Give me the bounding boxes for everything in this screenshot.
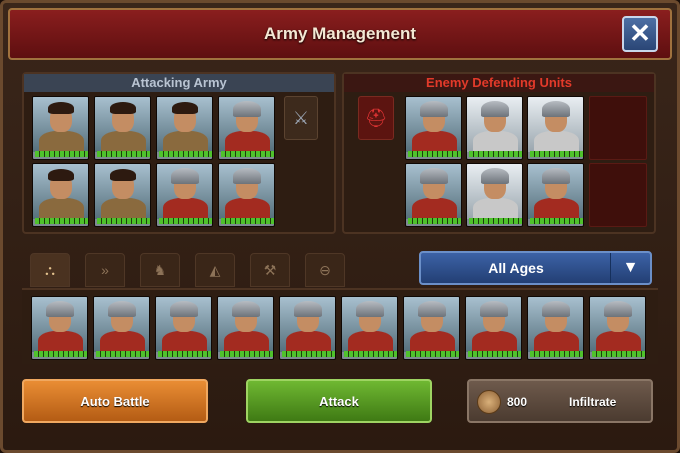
chevron-down-icon[interactable]: ▼ <box>610 253 650 283</box>
health-bar <box>406 351 459 357</box>
attacking-unit-card[interactable] <box>94 96 151 160</box>
health-bar <box>530 351 583 357</box>
all-units-icon[interactable]: ⛬ <box>30 253 70 287</box>
health-bar <box>96 351 149 357</box>
health-bar <box>408 151 461 157</box>
attacking-unit-card[interactable] <box>218 163 275 227</box>
health-bar <box>159 218 212 224</box>
reserve-unit-card[interactable] <box>465 296 522 360</box>
auto-battle-button[interactable]: Auto Battle <box>22 379 208 423</box>
attacking-unit-card[interactable] <box>32 163 89 227</box>
health-bar <box>530 151 583 157</box>
attacking-unit-card[interactable] <box>156 163 213 227</box>
health-bar <box>34 351 87 357</box>
age-filter-label: All Ages <box>488 260 544 276</box>
light-units-icon[interactable]: ◭ <box>195 253 235 287</box>
reserve-unit-card[interactable] <box>155 296 212 360</box>
health-bar <box>35 151 88 157</box>
health-bar <box>220 351 273 357</box>
fast-units-icon[interactable]: » <box>85 253 125 287</box>
enemy-defending-header: Enemy Defending Units <box>344 74 654 92</box>
attacking-unit-card[interactable] <box>218 96 275 160</box>
age-filter-dropdown[interactable]: All Ages ▼ <box>419 251 652 285</box>
health-bar <box>221 218 274 224</box>
health-bar <box>35 218 88 224</box>
crossed-swords-icon[interactable]: ⚔ <box>284 96 318 140</box>
infiltrate-label: Infiltrate <box>569 395 617 409</box>
health-bar <box>408 218 461 224</box>
attacking-unit-card[interactable] <box>94 163 151 227</box>
enemy-unit-card[interactable] <box>405 96 462 160</box>
enemy-unit-card[interactable] <box>466 163 523 227</box>
attacking-army-header: Attacking Army <box>24 74 334 92</box>
enemy-unit-card[interactable] <box>405 163 462 227</box>
heavy-units-icon[interactable]: ♞ <box>140 253 180 287</box>
reserve-unit-card[interactable] <box>217 296 274 360</box>
artillery-units-icon[interactable]: ⚒ <box>250 253 290 287</box>
reserve-unit-card[interactable] <box>341 296 398 360</box>
coin-icon <box>477 390 501 414</box>
reserve-unit-card[interactable] <box>527 296 584 360</box>
health-bar <box>468 351 521 357</box>
empty-unit-slot <box>589 163 647 227</box>
empty-unit-slot <box>589 96 647 160</box>
reserve-unit-card[interactable] <box>589 296 646 360</box>
close-button[interactable]: ✕ <box>622 16 658 52</box>
attack-button[interactable]: Attack <box>246 379 432 423</box>
infiltrate-cost: 800 <box>507 395 528 409</box>
health-bar <box>344 351 397 357</box>
health-bar <box>97 218 150 224</box>
reserve-unit-card[interactable] <box>279 296 336 360</box>
enemy-unit-card[interactable] <box>466 96 523 160</box>
enemy-unit-card[interactable] <box>527 163 584 227</box>
attacking-unit-card[interactable] <box>156 96 213 160</box>
ranged-units-icon[interactable]: ⊖ <box>305 253 345 287</box>
health-bar <box>221 151 274 157</box>
infiltrate-button[interactable]: 800 Infiltrate <box>467 379 653 423</box>
reserve-unit-card[interactable] <box>403 296 460 360</box>
window-title: Army Management <box>263 24 417 43</box>
reserve-unit-card[interactable] <box>31 296 88 360</box>
helmet-icon[interactable]: ⛑ <box>358 96 394 140</box>
health-bar <box>530 218 583 224</box>
health-bar <box>469 151 522 157</box>
health-bar <box>158 351 211 357</box>
health-bar <box>282 351 335 357</box>
health-bar <box>159 151 212 157</box>
health-bar <box>592 351 645 357</box>
title-bar: Army Management ✕ <box>8 8 672 60</box>
health-bar <box>469 218 522 224</box>
health-bar <box>97 151 150 157</box>
enemy-unit-card[interactable] <box>527 96 584 160</box>
reserve-unit-card[interactable] <box>93 296 150 360</box>
attacking-unit-card[interactable] <box>32 96 89 160</box>
